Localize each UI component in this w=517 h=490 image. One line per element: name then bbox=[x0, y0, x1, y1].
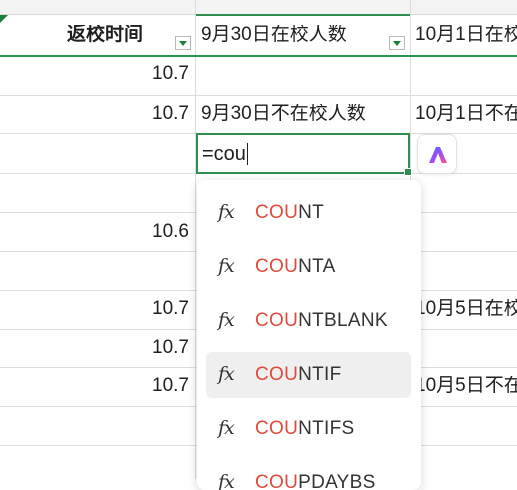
cell-sep30[interactable]: 9月30日不在校人数 bbox=[201, 104, 406, 124]
fill-handle[interactable] bbox=[404, 168, 412, 176]
selected-column-indicator bbox=[196, 14, 410, 16]
function-name: COUNTIFS bbox=[255, 418, 355, 439]
formula-text: =cou bbox=[202, 143, 246, 165]
cell-oct1[interactable]: 10月5日在校 bbox=[415, 299, 517, 319]
cell-return-time[interactable]: 10.7 bbox=[0, 376, 189, 396]
autocomplete-item[interactable]: fx COUNTA bbox=[206, 244, 411, 290]
comment-marker-icon bbox=[0, 15, 8, 23]
function-name: COUNTA bbox=[255, 256, 336, 277]
gridline bbox=[195, 0, 196, 479]
function-name: COUNT bbox=[255, 202, 325, 223]
autocomplete-item-highlighted[interactable]: fx COUNTIF bbox=[206, 352, 411, 398]
autocomplete-item[interactable]: fx COUNTIFS bbox=[206, 406, 411, 452]
spreadsheet-grid[interactable]: 返校时间 9月30日在校人数 10月1日在校 10.7 10.7 9月30日不在… bbox=[0, 0, 517, 490]
autocomplete-item[interactable]: fx COUNT bbox=[206, 190, 411, 236]
header-sep30-in-school[interactable]: 9月30日在校人数 bbox=[201, 25, 386, 45]
function-icon: fx bbox=[218, 255, 235, 277]
header-row-border bbox=[0, 55, 517, 57]
function-icon: fx bbox=[218, 201, 235, 223]
filter-dropdown-icon[interactable] bbox=[175, 36, 191, 50]
column-header-strip bbox=[0, 0, 517, 15]
function-name: COUNTBLANK bbox=[255, 310, 388, 331]
ai-assistant-button[interactable] bbox=[417, 134, 457, 174]
cell-oct1[interactable]: 10月5日不在 bbox=[415, 376, 517, 396]
ai-assistant-icon bbox=[429, 147, 447, 163]
cell-return-time[interactable]: 10.7 bbox=[0, 299, 189, 319]
function-name: COUPDAYBS bbox=[255, 472, 376, 490]
function-autocomplete-popup: fx COUNT fx COUNTA fx COUNTBLANK fx COUN… bbox=[197, 180, 421, 490]
function-icon: fx bbox=[218, 363, 235, 385]
gridline bbox=[0, 95, 517, 96]
header-return-time[interactable]: 返校时间 bbox=[40, 25, 170, 45]
function-icon: fx bbox=[218, 309, 235, 331]
cell-return-time[interactable]: 10.6 bbox=[0, 222, 189, 242]
autocomplete-item[interactable]: fx COUNTBLANK bbox=[206, 298, 411, 344]
formula-input[interactable]: =cou bbox=[202, 143, 248, 165]
function-icon: fx bbox=[218, 417, 235, 439]
function-name: COUNTIF bbox=[255, 364, 342, 385]
cell-return-time[interactable]: 10.7 bbox=[0, 338, 189, 358]
cell-return-time[interactable]: 10.7 bbox=[0, 104, 189, 124]
text-caret bbox=[246, 143, 248, 165]
header-oct1-in-school[interactable]: 10月1日在校 bbox=[415, 25, 517, 45]
function-icon: fx bbox=[218, 471, 235, 490]
cell-oct1[interactable]: 10月1日不在 bbox=[415, 104, 517, 124]
filter-dropdown-icon[interactable] bbox=[389, 36, 405, 50]
autocomplete-item[interactable]: fx COUPDAYBS bbox=[206, 460, 411, 490]
cell-return-time[interactable]: 10.7 bbox=[0, 64, 189, 84]
